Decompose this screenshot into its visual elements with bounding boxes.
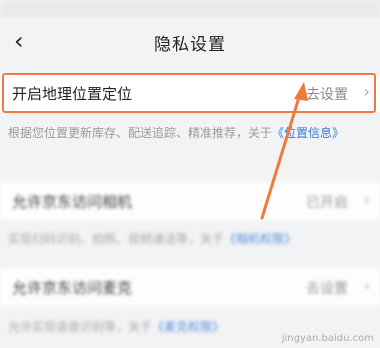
microphone-go-settings-link[interactable]: 去设置 bbox=[306, 278, 348, 298]
location-description-text: 根据您位置更新库存、配送追踪、精准推荐，关于 bbox=[8, 126, 273, 140]
camera-setting-row[interactable]: 允许京东访问相机 已开启 › bbox=[0, 182, 380, 220]
camera-permission-link[interactable]: 《相机权限》 bbox=[224, 232, 296, 246]
status-bar bbox=[0, 0, 380, 18]
chevron-right-icon: › bbox=[363, 190, 370, 209]
location-description: 根据您位置更新库存、配送追踪、精准推荐，关于《位置信息》 bbox=[8, 122, 374, 144]
chevron-right-icon: › bbox=[363, 82, 370, 101]
camera-description-text: 实现扫码识别、拍照、视频通话等，关于 bbox=[8, 232, 225, 246]
location-info-link[interactable]: 《位置信息》 bbox=[272, 126, 344, 140]
navigation-bar: ‹ 隐私设置 bbox=[0, 18, 380, 66]
location-go-settings-link[interactable]: 去设置 bbox=[306, 84, 348, 104]
location-setting-row[interactable]: 开启地理位置定位 去设置 › bbox=[0, 74, 380, 112]
camera-status-text[interactable]: 已开启 bbox=[306, 192, 348, 212]
microphone-row-label: 允许京东访问麦克 bbox=[12, 279, 133, 297]
microphone-description-text: 允许实现语音识别等，关于 bbox=[8, 320, 153, 334]
camera-description: 实现扫码识别、拍照、视频通话等，关于《相机权限》 bbox=[8, 228, 374, 250]
watermark: jingyan.baidu.com bbox=[281, 333, 374, 344]
chevron-right-icon: › bbox=[363, 276, 370, 295]
microphone-permission-link[interactable]: 《麦克权限》 bbox=[152, 320, 224, 334]
page-title: 隐私设置 bbox=[154, 35, 226, 55]
microphone-setting-row[interactable]: 允许京东访问麦克 去设置 › bbox=[0, 268, 380, 306]
camera-row-label: 允许京东访问相机 bbox=[12, 193, 133, 211]
location-row-label: 开启地理位置定位 bbox=[12, 85, 133, 103]
